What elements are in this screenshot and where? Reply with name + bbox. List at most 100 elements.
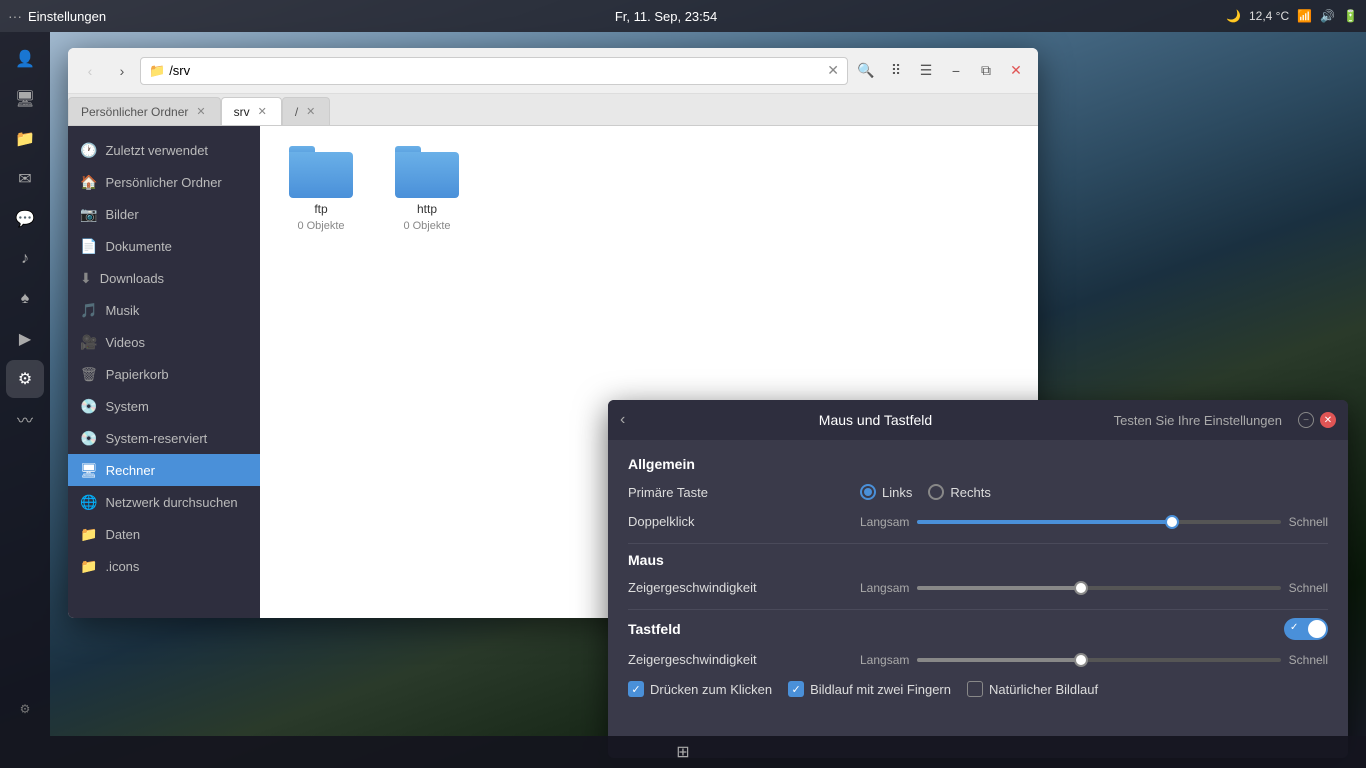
checkbox-druecken[interactable]: ✓ Drücken zum Klicken — [628, 681, 772, 697]
fm-tab-close-srv[interactable]: ✕ — [256, 104, 269, 119]
temperature: 12,4 °C — [1249, 9, 1289, 23]
maus-zeiger-slider-fill — [917, 586, 1080, 590]
tastfeld-zeiger-slider-thumb[interactable] — [1074, 653, 1088, 667]
dock-icon-settings[interactable]: ⚙ — [6, 360, 44, 398]
tastfeld-header-row: Tastfeld ✓ — [628, 618, 1328, 640]
divider-tastfeld — [628, 609, 1328, 610]
sidebar-item-network[interactable]: 🌐 Netzwerk durchsuchen — [68, 486, 260, 518]
sidebar-item-system-reserved[interactable]: 💿 System-reserviert — [68, 422, 260, 454]
checkbox-natuerlich-box — [967, 681, 983, 697]
sidebar-item-music[interactable]: 🎵 Musik — [68, 294, 260, 326]
label-doppelklick: Doppelklick — [628, 514, 848, 529]
doppelklick-slider-thumb[interactable] — [1165, 515, 1179, 529]
fm-tab-srv[interactable]: srv ✕ — [221, 97, 282, 125]
settings-mouse-touchpad-window: ‹ Maus und Tastfeld Testen Sie Ihre Eins… — [608, 400, 1348, 758]
data-icon: 📁 — [80, 526, 97, 543]
fm-clear-button[interactable]: ✕ — [827, 62, 839, 79]
fm-toolbar: ‹ › 📁 ✕ 🔍 ⠿ ☰ − ⧉ ✕ — [68, 48, 1038, 94]
doppelklick-slider-track[interactable] — [917, 520, 1280, 524]
fm-address-input[interactable] — [169, 63, 823, 78]
taskbar-top: ··· Einstellungen Fr, 11. Sep, 23:54 🌙 1… — [0, 0, 1366, 32]
taskbar-bottom: ⊞ — [0, 736, 1366, 768]
volume-icon: 🔊 — [1320, 9, 1335, 23]
sidebar-item-pictures[interactable]: 📷 Bilder — [68, 198, 260, 230]
fm-search-button[interactable]: 🔍 — [852, 57, 880, 85]
settings-titlebar: ‹ Maus und Tastfeld Testen Sie Ihre Eins… — [608, 400, 1348, 440]
dock-icon-screen[interactable]: 🖥 — [6, 80, 44, 118]
dock-icon-music[interactable]: ♪ — [6, 240, 44, 278]
dock-icon-files[interactable]: 📁 — [6, 120, 44, 158]
fm-toolbar-actions: 🔍 ⠿ ☰ − ⧉ ✕ — [852, 57, 1030, 85]
row-doppelklick: Doppelklick Langsam Schnell — [628, 514, 1328, 529]
dock-icon-more[interactable]: ⚙ — [6, 690, 44, 728]
system-icon: 💿 — [80, 398, 97, 415]
sidebar-item-home[interactable]: 🏠 Persönlicher Ordner — [68, 166, 260, 198]
dock-icon-steam[interactable]: ♠ — [6, 280, 44, 318]
doppelklick-slider-fill — [917, 520, 1171, 524]
fm-tab-close-root[interactable]: ✕ — [304, 104, 317, 119]
file-item-http[interactable]: http 0 Objekte — [382, 142, 472, 236]
sidebar-item-icons[interactable]: 📁 .icons — [68, 550, 260, 582]
file-item-ftp[interactable]: ftp 0 Objekte — [276, 142, 366, 236]
dock-icon-mail[interactable]: ✉ — [6, 160, 44, 198]
fm-grid-view-button[interactable]: ⠿ — [882, 57, 910, 85]
app-grid-button[interactable]: ⊞ — [676, 742, 689, 762]
dock-icon-account[interactable]: 👤 — [6, 40, 44, 78]
computer-icon: 🖥 — [80, 462, 98, 479]
fm-restore-button[interactable]: ⧉ — [972, 57, 1000, 85]
settings-close-button[interactable]: ✕ — [1320, 412, 1336, 428]
sidebar-item-data[interactable]: 📁 Daten — [68, 518, 260, 550]
tastfeld-zeiger-slider-track[interactable] — [917, 658, 1280, 662]
fm-menu-button[interactable]: ☰ — [912, 57, 940, 85]
settings-back-button[interactable]: ‹ — [620, 411, 625, 429]
radio-rechts[interactable]: Rechts — [928, 484, 990, 500]
checkbox-bildlauf[interactable]: ✓ Bildlauf mit zwei Fingern — [788, 681, 951, 697]
home-icon: 🏠 — [80, 174, 97, 191]
radio-primaere-taste: Links Rechts — [860, 484, 991, 500]
fm-tab-close-personal[interactable]: ✕ — [194, 104, 207, 119]
network-icon: 🌐 — [80, 494, 97, 511]
tastfeld-zeiger-slider-fill — [917, 658, 1080, 662]
row-primaere-taste: Primäre Taste Links Rechts — [628, 484, 1328, 500]
maus-zeiger-slider-track[interactable] — [917, 586, 1280, 590]
dock-icon-chat[interactable]: 💬 — [6, 200, 44, 238]
maus-zeiger-slider-thumb[interactable] — [1074, 581, 1088, 595]
slider-tastfeld-zeiger: Langsam Schnell — [860, 653, 1328, 667]
row-tastfeld-zeiger: Zeigergeschwindigkeit Langsam Schnell — [628, 652, 1328, 667]
sidebar-item-downloads[interactable]: ⬇ Downloads — [68, 262, 260, 294]
dock-icon-activity[interactable]: 〰 — [6, 400, 44, 438]
sidebar-item-videos[interactable]: 🎥 Videos — [68, 326, 260, 358]
tastfeld-toggle[interactable]: ✓ — [1284, 618, 1328, 640]
fm-minimize-button[interactable]: − — [942, 57, 970, 85]
settings-test-button[interactable]: Testen Sie Ihre Einstellungen — [1114, 413, 1282, 428]
sidebar-item-documents[interactable]: 📄 Dokumente — [68, 230, 260, 262]
fm-tab-root[interactable]: / ✕ — [282, 97, 331, 125]
trash-icon: 🗑 — [80, 366, 98, 383]
checkbox-bildlauf-box: ✓ — [788, 681, 804, 697]
taskbar-right: 🌙 12,4 °C 📶 🔊 🔋 — [1226, 9, 1358, 23]
fm-tab-personal[interactable]: Persönlicher Ordner ✕ — [68, 97, 221, 125]
fm-back-button[interactable]: ‹ — [76, 57, 104, 85]
label-tastfeld-zeiger: Zeigergeschwindigkeit — [628, 652, 848, 667]
sidebar-item-trash[interactable]: 🗑 Papierkorb — [68, 358, 260, 390]
settings-content: Allgemein Primäre Taste Links Rechts Dop… — [608, 440, 1348, 758]
settings-minimize-button[interactable]: − — [1298, 412, 1314, 428]
toggle-check-icon: ✓ — [1290, 622, 1298, 633]
battery-icon: 🔋 — [1343, 9, 1358, 23]
radio-links-circle — [860, 484, 876, 500]
checkbox-natuerlich[interactable]: Natürlicher Bildlauf — [967, 681, 1098, 697]
app-menu-icon[interactable]: ··· — [8, 8, 22, 24]
dock-icon-play[interactable]: ▶ — [6, 320, 44, 358]
fm-close-button[interactable]: ✕ — [1002, 57, 1030, 85]
checkbox-druecken-box: ✓ — [628, 681, 644, 697]
fm-forward-button[interactable]: › — [108, 57, 136, 85]
documents-icon: 📄 — [80, 238, 97, 255]
folder-http-icon — [395, 146, 459, 198]
fm-address-bar: 📁 ✕ — [140, 57, 848, 85]
slider-maus-zeiger: Langsam Schnell — [860, 581, 1328, 595]
sidebar-item-system[interactable]: 💿 System — [68, 390, 260, 422]
radio-links[interactable]: Links — [860, 484, 912, 500]
fm-tabs: Persönlicher Ordner ✕ srv ✕ / ✕ — [68, 94, 1038, 126]
sidebar-item-computer[interactable]: 🖥 Rechner — [68, 454, 260, 486]
sidebar-item-recent[interactable]: 🕐 Zuletzt verwendet — [68, 134, 260, 166]
